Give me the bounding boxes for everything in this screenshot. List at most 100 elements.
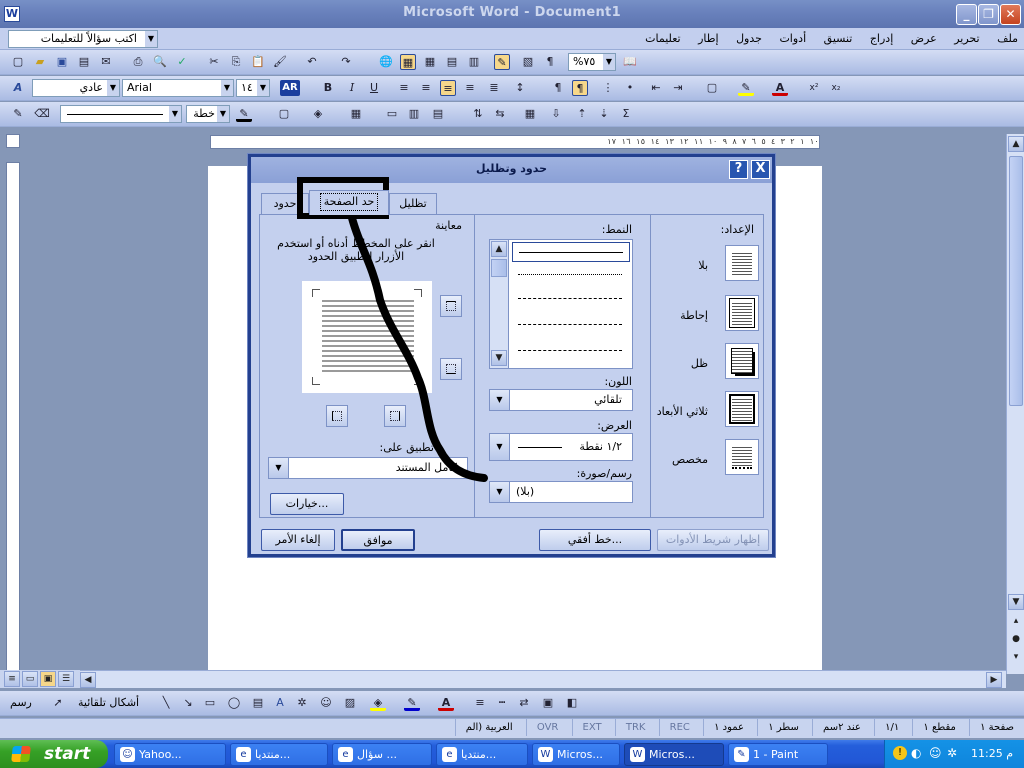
style-option-solid[interactable] [512,242,630,262]
insert-table-icon-2[interactable]: ▦ [348,106,364,122]
color-select[interactable]: ▼ تلقائي [489,389,633,411]
align-center-icon[interactable]: ≡ [418,80,434,96]
setting-none-label[interactable]: بلا [698,259,708,272]
styles-icon[interactable]: A [10,80,26,96]
print-preview-icon[interactable]: 🔍 [152,54,168,70]
spelling-icon[interactable]: ✓ [174,54,190,70]
art-select[interactable]: ▼ (بلا) [489,481,633,503]
style-list-scrollbar[interactable]: ▲ ▼ [490,240,509,368]
subscript-icon[interactable]: x₂ [828,80,844,96]
vertical-ruler[interactable] [6,162,20,672]
line-icon[interactable]: ╲ [158,695,174,711]
task-ie-2[interactable]: e سؤال ... [332,743,432,766]
show-hide-icon[interactable]: ¶ [542,54,558,70]
select-objects-icon[interactable]: ➚ [50,695,66,711]
task-paint[interactable]: ✎ 1 - Paint [728,743,828,766]
chevron-down-icon[interactable]: ▼ [269,458,289,478]
scroll-down-icon[interactable]: ▼ [491,350,507,366]
menu-view[interactable]: عرض [911,32,937,45]
style-select[interactable]: عادي ▼ [32,79,120,97]
distribute-rows-icon[interactable]: ⇅ [470,106,486,122]
line-color-icon[interactable]: ✎ [404,695,420,711]
hyperlink-icon[interactable]: 🌐 [378,54,394,70]
ltr-icon[interactable]: ¶ [550,80,566,96]
chevron-down-icon[interactable]: ▼ [145,31,157,47]
ar-language-button[interactable]: AR [280,80,300,96]
font-color-icon[interactable]: A [772,80,788,96]
scroll-up-icon[interactable]: ▲ [1008,136,1024,152]
right-border-button[interactable] [384,405,406,427]
bottom-border-button[interactable] [440,358,462,380]
rtl-icon[interactable]: ¶ [572,80,588,96]
style-option-dashed[interactable] [518,298,622,299]
insert-table-icon[interactable]: ▦ [422,54,438,70]
line-spacing-icon[interactable]: ↕ [512,80,528,96]
split-cells-icon[interactable]: ▥ [406,106,422,122]
tab-page-border[interactable]: حد الصفحة [309,190,389,215]
restore-button[interactable]: ❐ [978,4,999,25]
oval-icon[interactable]: ◯ [226,695,242,711]
menu-tools[interactable]: أدوات [779,32,806,45]
permission-icon[interactable]: ▤ [76,54,92,70]
chevron-down-icon[interactable]: ▼ [490,434,510,460]
ask-question-box[interactable]: اكتب سؤالاً للتعليمات ▼ [8,30,158,48]
status-trk[interactable]: TRK [614,719,656,736]
help-button[interactable]: ? [729,160,748,179]
print-layout-icon[interactable]: ▣ [40,671,56,687]
superscript-icon[interactable]: x² [806,80,822,96]
font-select[interactable]: Arial ▼ [122,79,234,97]
vertical-scrollbar[interactable]: ▲ ▼ ▴ ● ▾ [1006,134,1024,674]
options-button[interactable]: خيارات... [270,493,344,515]
bold-icon[interactable]: B [320,80,336,96]
chevron-down-icon[interactable]: ▼ [221,80,233,96]
line-weight-select[interactable]: خطة ▼ [186,105,230,123]
width-select[interactable]: ▼ ١/٢ نقطة [489,433,633,461]
style-list-thumb[interactable] [491,259,507,277]
cancel-button[interactable]: إلغاء الأمر [261,529,335,551]
paste-icon[interactable]: 📋 [250,54,266,70]
eraser-icon[interactable]: ⌫ [34,106,50,122]
chevron-down-icon[interactable]: ▼ [217,106,229,122]
menu-frame[interactable]: إطار [698,32,718,45]
format-painter-icon[interactable]: 🖌 [272,54,288,70]
sort-descending-icon[interactable]: ⇣ [596,106,612,122]
bullets-icon[interactable]: • [622,80,638,96]
chevron-down-icon[interactable]: ▼ [603,54,615,70]
normal-view-icon[interactable]: ≡ [4,671,20,687]
open-folder-icon[interactable]: ▰ [32,54,48,70]
task-word-1[interactable]: W Micros... [532,743,620,766]
scroll-down-icon[interactable]: ▼ [1008,594,1024,610]
cut-icon[interactable]: ✂ [206,54,222,70]
outline-view-icon[interactable]: ☰ [58,671,74,687]
status-ovr[interactable]: OVR [525,719,568,736]
close-button[interactable]: ✕ [1000,4,1021,25]
numbering-icon[interactable]: ⋮ [600,80,616,96]
setting-box-label[interactable]: إحاطة [680,309,708,322]
menu-insert[interactable]: إدراج [870,32,893,45]
tab-selector[interactable] [6,134,20,148]
task-ie-3[interactable]: e منتديا... [436,743,528,766]
horizontal-scrollbar[interactable]: ◀ ▶ [80,670,1006,688]
setting-box[interactable] [725,295,761,335]
apply-to-select[interactable]: ▼ كامل المستند [268,457,468,479]
justify-icon[interactable]: ≡ [462,80,478,96]
sort-ascending-icon[interactable]: ⇡ [574,106,590,122]
arrow-icon[interactable]: ↘ [180,695,196,711]
new-document-icon[interactable]: ▢ [10,54,26,70]
volume-icon[interactable]: ✲ [947,746,957,760]
table-autoformat-icon[interactable]: ▦ [522,106,538,122]
task-ie-1[interactable]: e منتديا... [230,743,328,766]
setting-shadow-label[interactable]: ظل [691,357,708,370]
border-color-icon[interactable]: ✎ [236,106,252,122]
menu-table[interactable]: جدول [736,32,762,45]
arrow-style-icon[interactable]: ⇄ [516,695,532,711]
ok-button[interactable]: موافق [341,529,415,551]
line-style-select[interactable]: ▼ [60,105,182,123]
insert-excel-icon[interactable]: ▤ [444,54,460,70]
increase-indent-icon[interactable]: ⇥ [670,80,686,96]
scroll-up-icon[interactable]: ▲ [491,241,507,257]
select-browse-object-icon[interactable]: ● [1008,632,1024,648]
align-left-icon[interactable]: ≡ [396,80,412,96]
alert-icon[interactable]: ! [893,746,907,760]
style-option-dash-long[interactable] [518,324,622,325]
